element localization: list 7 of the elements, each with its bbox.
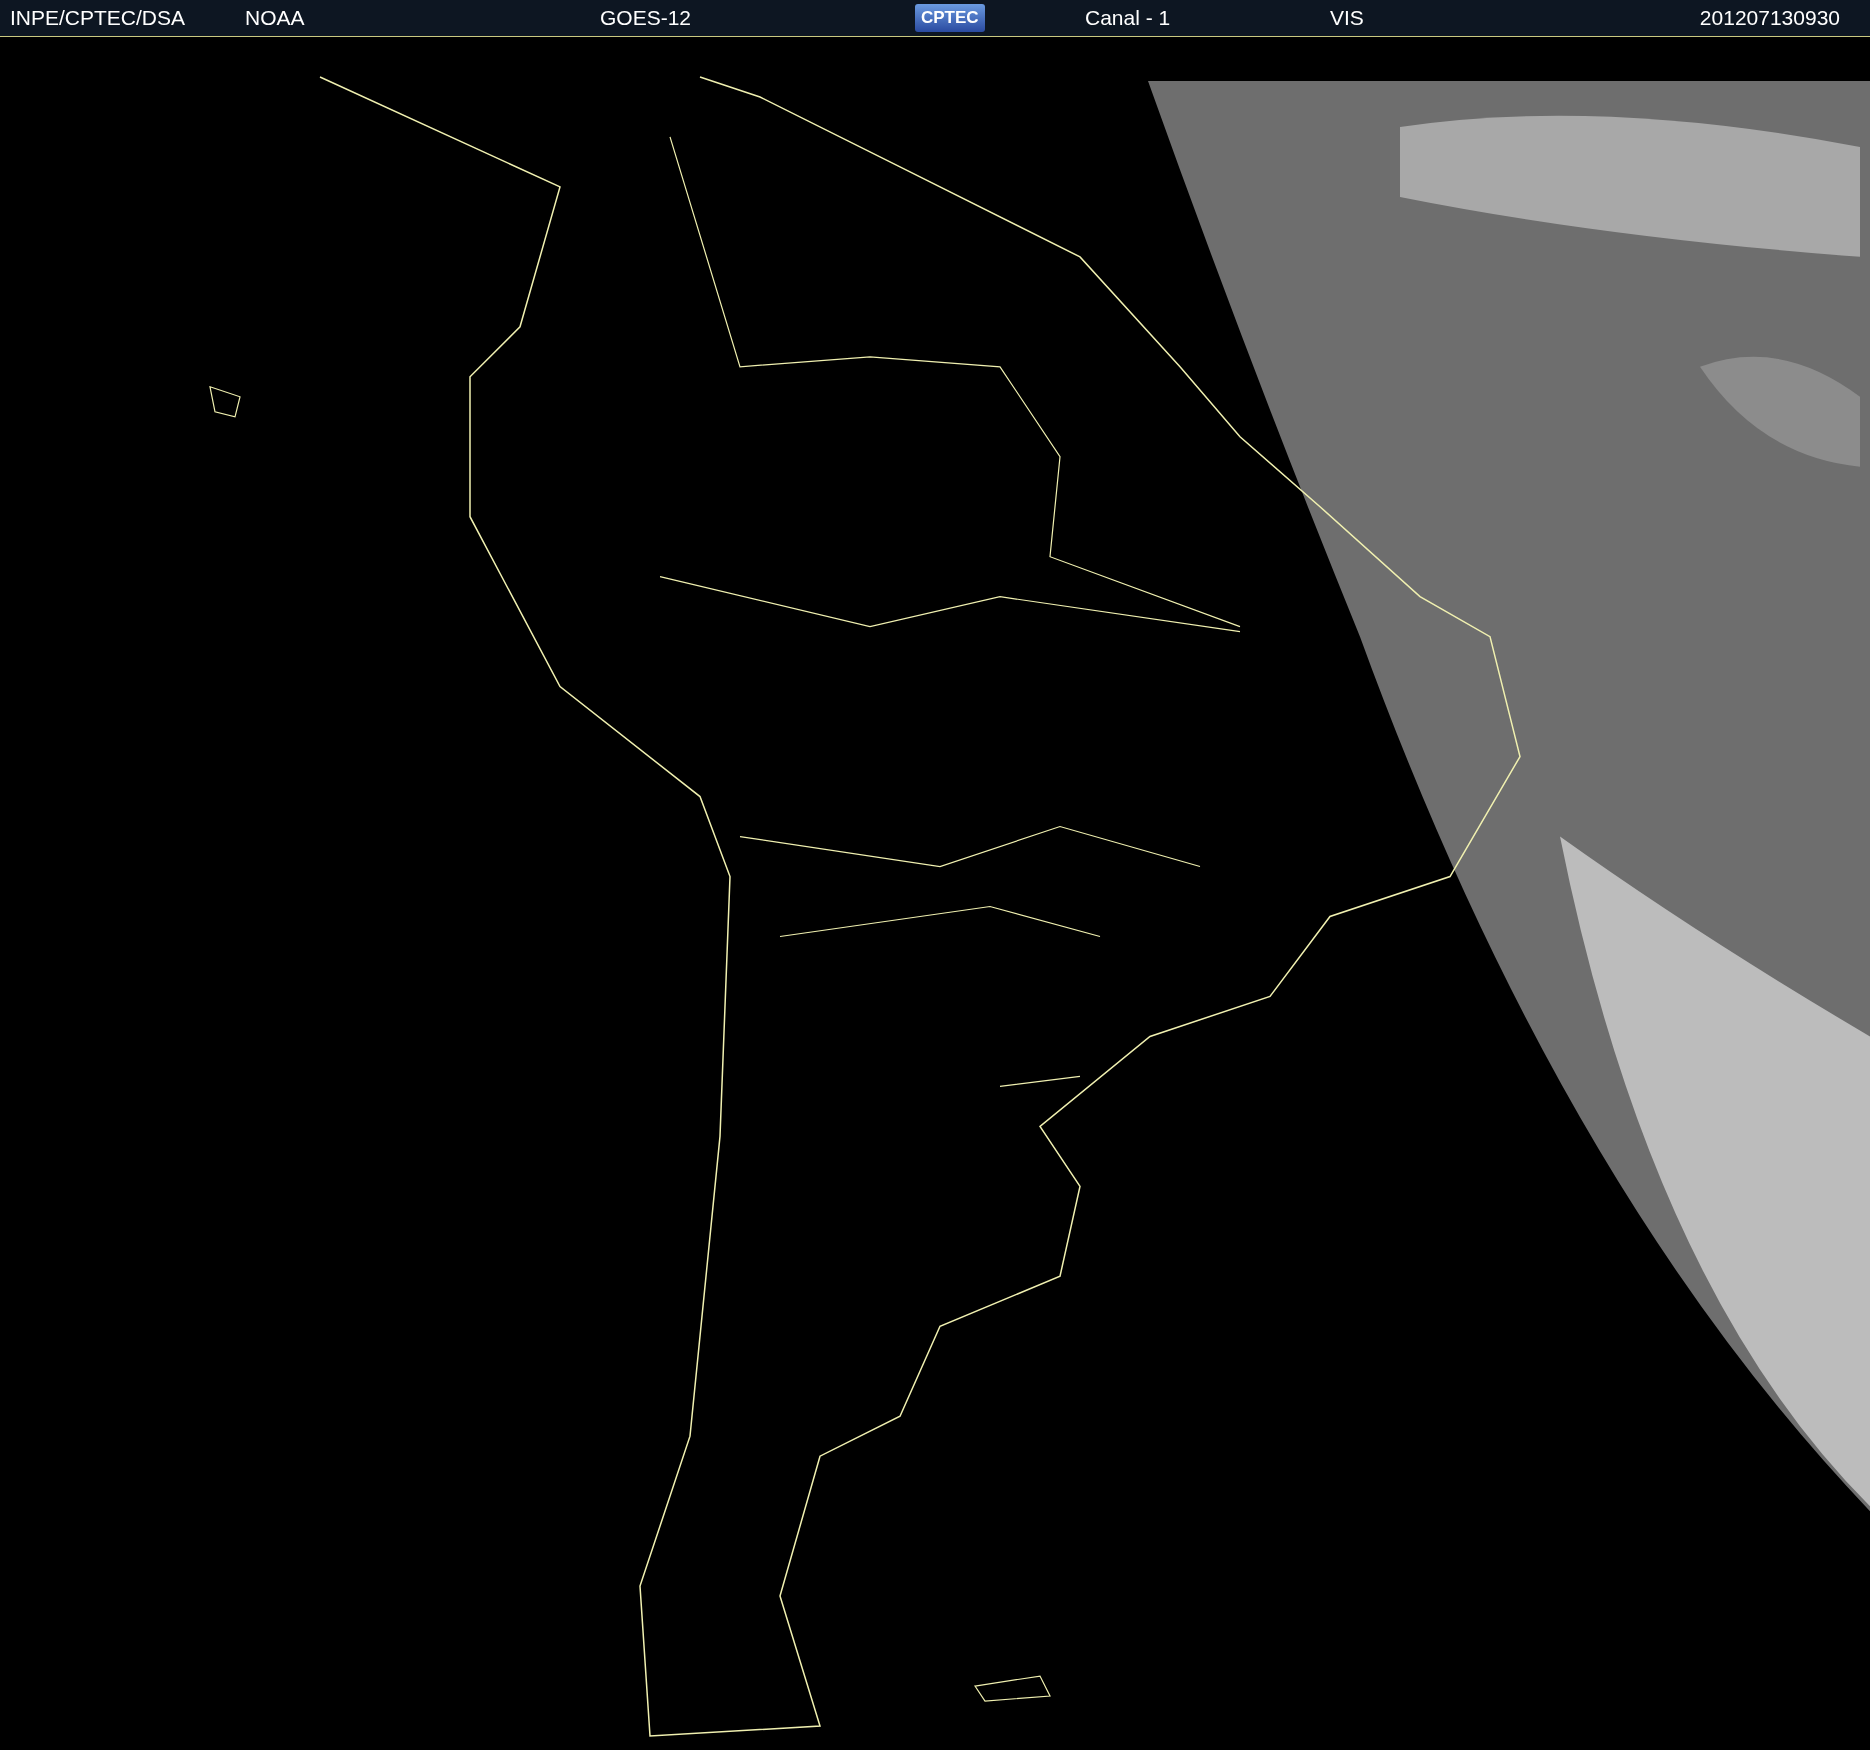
header-label: NOAA [245, 6, 305, 30]
header-label: Canal - 1 [1085, 6, 1171, 30]
header-label: VIS [1330, 6, 1364, 30]
header-label: INPE/CPTEC/DSA [10, 6, 186, 30]
logo: CPTEC [915, 4, 985, 32]
header-label: GOES-12 [600, 6, 692, 30]
header-label: 201207130930 [1699, 6, 1840, 30]
